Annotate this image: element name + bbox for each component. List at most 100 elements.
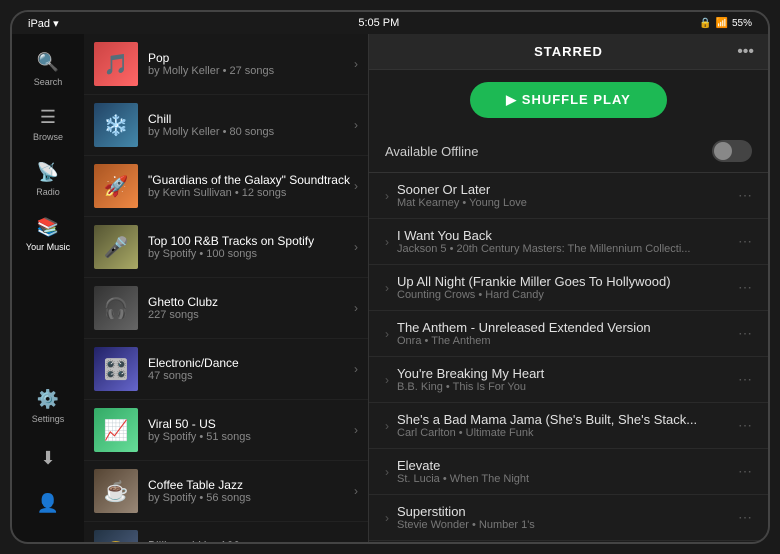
status-left: iPad ▾: [28, 17, 59, 30]
chevron-right-icon: ›: [385, 281, 389, 295]
playlist-info: Billboard Hot 100 by billboard.com • 96 …: [148, 539, 350, 542]
song-more-icon[interactable]: ⋯: [738, 509, 752, 526]
ipad-label: iPad ▾: [28, 17, 59, 30]
playlist-thumb-billboard: 🏆: [94, 530, 138, 542]
playlist-info: Coffee Table Jazz by Spotify • 56 songs: [148, 478, 350, 504]
radio-icon: 📡: [37, 162, 59, 183]
detail-title: STARRED: [534, 44, 603, 59]
chevron-right-icon: ›: [385, 511, 389, 525]
song-info: Superstition Stevie Wonder • Number 1's: [397, 504, 732, 531]
status-time: 5:05 PM: [358, 17, 399, 29]
chevron-right-icon: ›: [354, 484, 358, 498]
playlist-thumb-ghetto: 🎧: [94, 286, 138, 330]
yourmusic-icon: 📚: [37, 217, 59, 238]
list-item[interactable]: 🏆 Billboard Hot 100 by billboard.com • 9…: [84, 522, 368, 542]
chevron-right-icon: ›: [354, 301, 358, 315]
chevron-right-icon: ›: [385, 327, 389, 341]
chevron-right-icon: ›: [354, 57, 358, 71]
chevron-right-icon: ›: [385, 465, 389, 479]
wifi-icon: 📶: [716, 18, 728, 29]
list-item[interactable]: 📈 Viral 50 - US by Spotify • 51 songs ›: [84, 400, 368, 461]
sidebar-item-settings[interactable]: ⚙️ Settings: [28, 381, 69, 432]
avatar-icon: 👤: [37, 493, 59, 514]
playlist-thumb-gotg: 🚀: [94, 164, 138, 208]
table-row[interactable]: › She's a Bad Mama Jama (She's Built, Sh…: [369, 403, 768, 449]
search-icon: 🔍: [37, 52, 59, 73]
playlist-thumb-pop: 🎵: [94, 42, 138, 86]
status-bar: iPad ▾ 5:05 PM 🔒 📶 55%: [12, 12, 768, 34]
chevron-right-icon: ›: [354, 118, 358, 132]
status-right: 🔒 📶 55%: [699, 18, 752, 29]
sidebar-bottom: ⚙️ Settings ⬇ 👤: [28, 381, 69, 532]
list-item[interactable]: ☕ Coffee Table Jazz by Spotify • 56 song…: [84, 461, 368, 522]
song-more-icon[interactable]: ⋯: [738, 417, 752, 434]
downloads-icon: ⬇: [40, 448, 55, 469]
detail-header: STARRED •••: [369, 34, 768, 70]
list-item[interactable]: 🎤 Top 100 R&B Tracks on Spotify by Spoti…: [84, 217, 368, 278]
song-more-icon[interactable]: ⋯: [738, 233, 752, 250]
list-item[interactable]: 🎵 Pop by Molly Keller • 27 songs ›: [84, 34, 368, 95]
list-item[interactable]: 🚀 "Guardians of the Galaxy" Soundtrack b…: [84, 156, 368, 217]
sidebar-item-search[interactable]: 🔍 Search: [12, 44, 84, 95]
detail-panel: STARRED ••• ▶ SHUFFLE PLAY Available Off…: [369, 34, 768, 542]
battery-label: 55%: [732, 18, 752, 29]
song-info: You're Breaking My Heart B.B. King • Thi…: [397, 366, 732, 393]
sidebar-item-browse[interactable]: ☰ Browse: [12, 99, 84, 150]
song-info: The Anthem - Unreleased Extended Version…: [397, 320, 732, 347]
list-item[interactable]: 🎛️ Electronic/Dance 47 songs ›: [84, 339, 368, 400]
list-item[interactable]: ❄️ Chill by Molly Keller • 80 songs ›: [84, 95, 368, 156]
playlist-info: Viral 50 - US by Spotify • 51 songs: [148, 417, 350, 443]
table-row[interactable]: › Up All Night (Frankie Miller Goes To H…: [369, 265, 768, 311]
song-info: Sooner Or Later Mat Kearney • Young Love: [397, 182, 732, 209]
song-info: I Want You Back Jackson 5 • 20th Century…: [397, 228, 732, 255]
playlist-info: "Guardians of the Galaxy" Soundtrack by …: [148, 173, 350, 199]
table-row[interactable]: › Superstition Stevie Wonder • Number 1'…: [369, 495, 768, 541]
sidebar: 🔍 Search ☰ Browse 📡 Radio 📚 Your Music ⚙…: [12, 34, 84, 542]
table-row[interactable]: › You're Breaking My Heart B.B. King • T…: [369, 357, 768, 403]
sidebar-item-downloads[interactable]: ⬇: [28, 440, 69, 477]
sidebar-item-yourmusic[interactable]: 📚 Your Music: [12, 209, 84, 260]
main-content: 🔍 Search ☰ Browse 📡 Radio 📚 Your Music ⚙…: [12, 34, 768, 542]
list-item[interactable]: 🎧 Ghetto Clubz 227 songs ›: [84, 278, 368, 339]
settings-icon: ⚙️: [37, 389, 59, 410]
song-more-icon[interactable]: ⋯: [738, 325, 752, 342]
chevron-right-icon: ›: [354, 240, 358, 254]
playlist-thumb-chill: ❄️: [94, 103, 138, 147]
table-row[interactable]: › I Want You Back Jackson 5 • 20th Centu…: [369, 219, 768, 265]
shuffle-play-button[interactable]: ▶ SHUFFLE PLAY: [470, 82, 667, 118]
chevron-right-icon: ›: [385, 419, 389, 433]
songs-list: › Sooner Or Later Mat Kearney • Young Lo…: [369, 173, 768, 542]
song-more-icon[interactable]: ⋯: [738, 187, 752, 204]
offline-toggle[interactable]: [712, 140, 752, 162]
table-row[interactable]: › Nirvana - Harry Fraud Remix Sam Smith …: [369, 541, 768, 542]
sidebar-item-avatar[interactable]: 👤: [28, 485, 69, 522]
song-more-icon[interactable]: ⋯: [738, 371, 752, 388]
song-more-icon[interactable]: ⋯: [738, 279, 752, 296]
playlist-info: Pop by Molly Keller • 27 songs: [148, 51, 350, 77]
playlist-panel: 🎵 Pop by Molly Keller • 27 songs › ❄️ Ch…: [84, 34, 369, 542]
sidebar-label-browse: Browse: [33, 132, 63, 142]
offline-label: Available Offline: [385, 144, 478, 159]
song-info: Up All Night (Frankie Miller Goes To Hol…: [397, 274, 732, 301]
playlist-info: Electronic/Dance 47 songs: [148, 356, 350, 382]
chevron-right-icon: ›: [354, 423, 358, 437]
playlist-thumb-coffee: ☕: [94, 469, 138, 513]
chevron-right-icon: ›: [385, 235, 389, 249]
toggle-knob: [714, 142, 732, 160]
lock-icon: 🔒: [699, 18, 711, 29]
song-more-icon[interactable]: ⋯: [738, 463, 752, 480]
sidebar-item-radio[interactable]: 📡 Radio: [12, 154, 84, 205]
chevron-right-icon: ›: [354, 179, 358, 193]
playlist-thumb-viral: 📈: [94, 408, 138, 452]
chevron-right-icon: ›: [385, 373, 389, 387]
song-info: Elevate St. Lucia • When The Night: [397, 458, 732, 485]
table-row[interactable]: › The Anthem - Unreleased Extended Versi…: [369, 311, 768, 357]
ipad-frame: iPad ▾ 5:05 PM 🔒 📶 55% 🔍 Search ☰ Browse…: [10, 10, 770, 544]
more-options-icon[interactable]: •••: [737, 43, 754, 61]
chevron-right-icon: ›: [385, 189, 389, 203]
table-row[interactable]: › Elevate St. Lucia • When The Night ⋯: [369, 449, 768, 495]
sidebar-label-radio: Radio: [36, 187, 60, 197]
sidebar-label-yourmusic: Your Music: [26, 242, 70, 252]
sidebar-label-search: Search: [34, 77, 63, 87]
table-row[interactable]: › Sooner Or Later Mat Kearney • Young Lo…: [369, 173, 768, 219]
